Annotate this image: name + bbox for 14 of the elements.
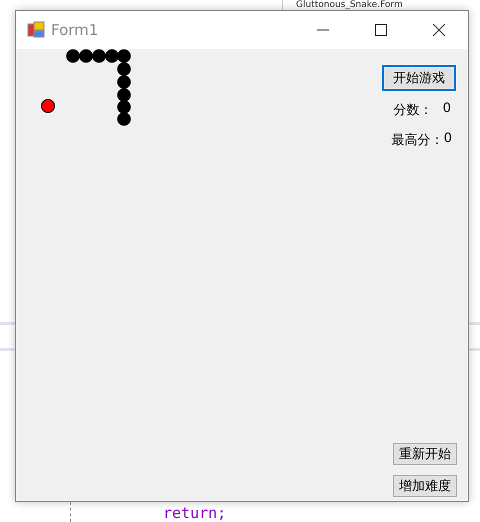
difficulty-button[interactable]: 增加难度 [393, 475, 457, 497]
maximize-icon [375, 24, 387, 36]
editor-tab[interactable]: Gluttonous_Snake.Form [296, 0, 403, 10]
score-value: 0 [442, 101, 451, 118]
high-score-value: 0 [444, 131, 452, 148]
food-icon [41, 99, 55, 113]
close-icon [433, 24, 445, 36]
code-line: return; [163, 504, 226, 522]
restart-button[interactable]: 重新开始 [393, 443, 457, 465]
high-score-label: 最高分： [392, 132, 444, 149]
start-game-button[interactable]: 开始游戏 [382, 65, 456, 91]
window-title: Form1 [51, 21, 100, 39]
app-icon [27, 21, 45, 39]
score-label: 分数： [394, 102, 433, 119]
